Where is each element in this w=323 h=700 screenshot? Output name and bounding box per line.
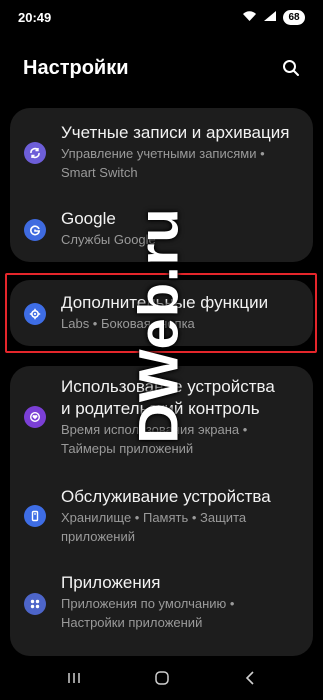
settings-item-digital-wellbeing[interactable]: Использование устройства и родительский …	[10, 376, 313, 464]
wifi-icon	[242, 10, 257, 25]
item-subtitle: приложений	[61, 529, 135, 544]
item-title: Использование устройства	[61, 377, 275, 396]
google-icon	[24, 219, 46, 241]
item-title: и родительский контроль	[61, 399, 260, 418]
item-subtitle: Хранилище • Память • Защита	[61, 510, 247, 525]
recents-icon	[68, 672, 80, 683]
item-subtitle: Приложения по умолчанию •	[61, 596, 235, 611]
page-title: Настройки	[23, 56, 129, 79]
signal-icon	[263, 10, 277, 25]
settings-group-accounts: Учетные записи и архивация Управление уч…	[10, 108, 313, 262]
back-icon	[245, 670, 254, 685]
item-title: Приложения	[61, 573, 161, 592]
back-button[interactable]	[243, 670, 257, 691]
settings-item-apps[interactable]: Приложения Приложения по умолчанию • Нас…	[10, 572, 313, 638]
device-icon	[24, 505, 46, 527]
clock: 20:49	[18, 9, 52, 25]
home-button[interactable]	[154, 670, 170, 691]
highlight-frame	[5, 273, 317, 353]
item-subtitle: Управление учетными записями •	[61, 146, 265, 161]
home-icon	[155, 670, 170, 685]
status-icons: 68	[242, 9, 305, 25]
sync-icon	[24, 142, 46, 164]
item-subtitle: Настройки приложений	[61, 615, 203, 630]
settings-item-device-care[interactable]: Обслуживание устройства Хранилище • Памя…	[10, 486, 313, 552]
battery-indicator: 68	[283, 9, 305, 25]
settings-item-accounts-backup[interactable]: Учетные записи и архивация Управление уч…	[10, 122, 313, 192]
settings-item-google[interactable]: Google Службы Google	[10, 208, 313, 252]
search-icon	[283, 60, 299, 76]
status-bar: 20:49 68	[0, 0, 323, 34]
item-subtitle: Таймеры приложений	[61, 441, 194, 456]
item-subtitle: Smart Switch	[61, 165, 138, 180]
navigation-bar	[0, 660, 323, 700]
header: Настройки	[0, 50, 323, 86]
search-button[interactable]	[277, 54, 305, 82]
item-title: Google	[61, 209, 116, 228]
item-subtitle: Время использования экрана •	[61, 422, 248, 437]
heart-icon	[24, 406, 46, 428]
settings-group-device: Использование устройства и родительский …	[10, 366, 313, 656]
recents-button[interactable]	[66, 671, 82, 690]
item-title: Обслуживание устройства	[61, 487, 271, 506]
item-subtitle: Службы Google	[61, 232, 156, 247]
apps-icon	[24, 593, 46, 615]
item-title: Учетные записи и архивация	[61, 123, 290, 142]
